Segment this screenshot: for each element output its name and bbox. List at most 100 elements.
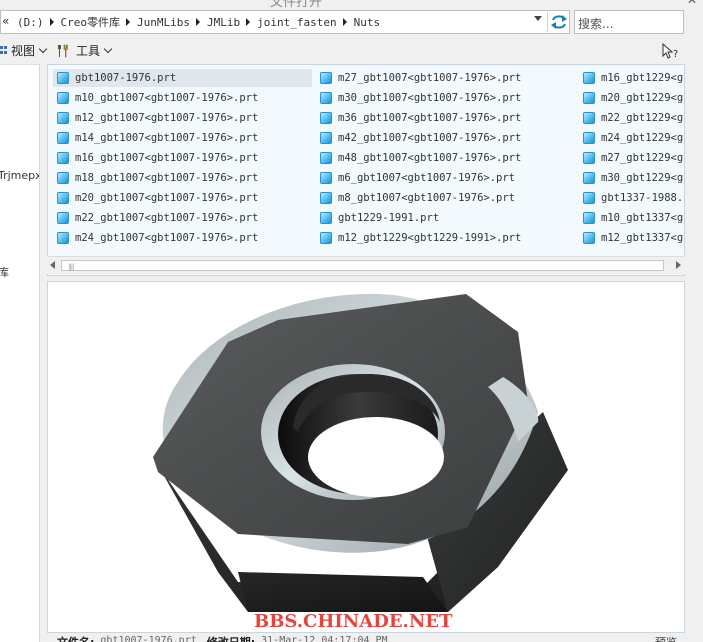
list-item[interactable]: m20_gbt1229<gb [579, 89, 684, 107]
list-item[interactable]: m22_gbt1229<gb [579, 109, 684, 127]
part-file-icon [583, 132, 595, 144]
list-item[interactable]: m8_gbt1007<gbt1007-1976>.prt [316, 189, 515, 207]
list-item[interactable]: m12_gbt1337<gb [579, 229, 684, 247]
scroll-left-icon[interactable] [50, 261, 55, 269]
list-item[interactable]: m36_gbt1007<gbt1007-1976>.prt [316, 109, 521, 127]
tools-menu-label: 工具 [76, 44, 101, 58]
chevron-right-icon[interactable] [195, 18, 200, 26]
list-item[interactable]: m18_gbt1007<gbt1007-1976>.prt [53, 169, 258, 187]
list-item[interactable]: m48_gbt1007<gbt1007-1976>.prt [316, 149, 521, 167]
refresh-button[interactable] [547, 12, 569, 32]
part-file-icon [583, 172, 595, 184]
chevron-right-icon[interactable] [126, 18, 130, 26]
list-item[interactable]: m24_gbt1007<gbt1007-1976>.prt [53, 229, 258, 247]
part-file-icon [320, 132, 332, 144]
modified-label: 修改日期: [207, 634, 255, 642]
list-item[interactable]: m30_gbt1007<gbt1007-1976>.prt [316, 89, 521, 107]
part-file-icon [57, 112, 69, 124]
chevron-right-icon[interactable] [246, 18, 251, 26]
list-item[interactable]: m12_gbt1007<gbt1007-1976>.prt [53, 109, 258, 127]
sidebar-item-library[interactable]: 库 [0, 264, 9, 280]
part-file-icon [320, 92, 332, 104]
svg-text:?: ? [673, 49, 678, 60]
part-file-icon [57, 92, 69, 104]
list-item[interactable]: m12_gbt1229<gbt1229-1991>.prt [316, 229, 521, 247]
filename-value: gbt1007-1976.prt [100, 635, 197, 642]
file-list[interactable]: gbt1007-1976.prt m10_gbt1007<gbt1007-197… [47, 64, 685, 276]
breadcrumb-item-creo-lib[interactable]: Creo零件库 [61, 14, 121, 30]
list-item[interactable]: m16_gbt1007<gbt1007-1976>.prt [53, 149, 258, 167]
part-file-icon [320, 192, 332, 204]
part-file-icon [583, 192, 595, 204]
list-item[interactable]: m6_gbt1007<gbt1007-1976>.prt [316, 169, 515, 187]
watermark-text: BBS.CHINADE.NET [254, 611, 453, 632]
view-menu-label: 视图 [11, 44, 36, 58]
list-item[interactable]: m10_gbt1007<gbt1007-1976>.prt [53, 89, 258, 107]
title-bar: 文件打开 ✕ [0, 0, 703, 8]
part-file-icon [57, 232, 69, 244]
status-bar: 文件名: gbt1007-1976.prt 修改日期: 31-Mar-12 04… [47, 632, 697, 642]
part-file-icon [57, 172, 69, 184]
scroll-right-icon[interactable] [676, 261, 681, 269]
context-help-button[interactable]: ? [660, 41, 682, 61]
modified-value: 31-Mar-12 04:17:04 PM [261, 635, 388, 642]
part-file-icon [583, 232, 595, 244]
list-item[interactable]: m10_gbt1337<gb [579, 209, 684, 227]
close-icon[interactable]: ✕ [687, 0, 697, 7]
list-item[interactable]: gbt1337-1988.p [579, 189, 684, 207]
address-dropdown-icon[interactable] [534, 16, 542, 21]
filename-label: 文件名: [57, 634, 94, 642]
search-input[interactable]: 搜索... [574, 10, 684, 34]
list-item[interactable]: m27_gbt1007<gbt1007-1976>.prt [316, 69, 521, 87]
address-bar[interactable]: « (D:) Creo零件库 JunMLibs JMLib joint_fast… [0, 10, 570, 34]
scrollbar-thumb[interactable]: |||| [61, 260, 664, 271]
breadcrumb-item-joint-fasten[interactable]: joint_fasten [257, 16, 336, 29]
part-file-icon [320, 112, 332, 124]
breadcrumb-item-nuts[interactable]: Nuts [354, 16, 381, 29]
toolbar: 视图 工具 [0, 38, 703, 64]
preview-toggle-button[interactable]: 预览 [655, 634, 677, 642]
view-menu-button[interactable]: 视图 [0, 42, 48, 59]
tools-wrench-icon [58, 44, 68, 57]
list-item[interactable]: m27_gbt1229<gb [579, 149, 684, 167]
chevron-right-icon[interactable] [342, 18, 347, 26]
part-file-icon [583, 212, 595, 224]
list-item[interactable]: gbt1229-1991.prt [316, 209, 439, 227]
breadcrumb: (D:) Creo零件库 JunMLibs JMLib joint_fasten… [17, 11, 380, 33]
part-file-icon [583, 72, 595, 84]
list-item[interactable]: gbt1007-1976.prt [53, 69, 312, 87]
view-grid-icon [0, 45, 7, 54]
chevron-down-icon [103, 44, 113, 53]
double-chevron-left-icon[interactable]: « [2, 14, 9, 28]
tools-menu-button[interactable]: 工具 [55, 42, 113, 59]
part-file-icon [57, 132, 69, 144]
list-item[interactable]: m16_gbt1229<gb [579, 69, 684, 87]
part-file-icon [320, 72, 332, 84]
list-item[interactable]: m22_gbt1007<gbt1007-1976>.prt [53, 209, 258, 227]
chevron-right-icon[interactable] [49, 18, 54, 26]
breadcrumb-item-junmlibs[interactable]: JunMLibs [137, 16, 190, 29]
part-file-icon [320, 152, 332, 164]
horizontal-scrollbar[interactable]: |||| [47, 256, 685, 274]
list-item[interactable]: m14_gbt1007<gbt1007-1976>.prt [53, 129, 258, 147]
part-file-icon [57, 192, 69, 204]
list-item[interactable]: m30_gbt1229<gb [579, 169, 684, 187]
file-info-row: 文件名: gbt1007-1976.prt 修改日期: 31-Mar-12 04… [57, 634, 398, 642]
help-pointer-icon: ? [662, 42, 678, 60]
list-item[interactable]: m24_gbt1229<gb [579, 129, 684, 147]
sidebar-item-folder[interactable]: Trjmepx [0, 169, 39, 182]
search-placeholder: 搜索... [578, 17, 614, 31]
breadcrumb-item-drive[interactable]: (D:) [17, 16, 44, 29]
refresh-icon [550, 15, 567, 29]
navigation-pane[interactable]: Trjmepx 库 [0, 64, 40, 642]
list-item[interactable]: m20_gbt1007<gbt1007-1976>.prt [53, 189, 258, 207]
hex-nut-model-image [153, 293, 568, 612]
preview-pane: BBS.CHINADE.NET [47, 281, 685, 633]
part-file-icon [583, 112, 595, 124]
list-item[interactable]: m42_gbt1007<gbt1007-1976>.prt [316, 129, 521, 147]
window-title: 文件打开 [270, 0, 323, 8]
part-file-icon [57, 152, 69, 164]
part-file-icon [320, 232, 332, 244]
breadcrumb-item-jmlib[interactable]: JMLib [207, 16, 240, 29]
part-file-icon [320, 172, 332, 184]
